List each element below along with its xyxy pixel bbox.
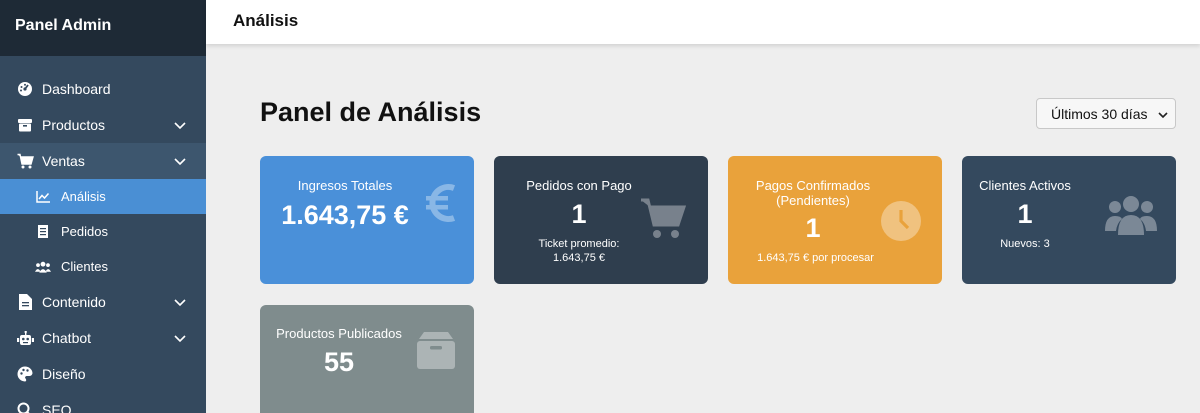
date-range-select[interactable]: Últimos 30 días bbox=[1036, 98, 1176, 129]
chevron-down-icon bbox=[174, 122, 186, 130]
sidebar-item-label: Diseño bbox=[42, 366, 86, 382]
sidebar-item-label: Chatbot bbox=[42, 330, 92, 346]
card-subtext: 1.643,75 € por procesar bbox=[757, 252, 874, 264]
sidebar-item-chatbot[interactable]: Chatbot bbox=[0, 320, 206, 356]
card-subtext: Ticket promedio: bbox=[538, 238, 620, 250]
chevron-down-icon bbox=[1158, 112, 1168, 119]
sidebar-item-label: SEO bbox=[42, 402, 72, 413]
sidebar-subitem-label: Pedidos bbox=[61, 224, 108, 239]
box-icon bbox=[417, 332, 455, 369]
card-value: 1 bbox=[805, 213, 821, 243]
active-customers-card: Clientes Activos 1 Nuevos: 3 bbox=[962, 156, 1176, 284]
page-title: Panel de Análisis bbox=[260, 97, 482, 127]
palette-icon bbox=[16, 365, 34, 383]
users-icon bbox=[35, 259, 51, 275]
box-icon bbox=[16, 116, 34, 134]
palette-dashboard-icon bbox=[16, 80, 34, 98]
date-range-value: Últimos 30 días bbox=[1051, 106, 1148, 122]
chevron-down-icon bbox=[174, 158, 186, 166]
ventas-submenu: Análisis Pedidos Clientes bbox=[0, 179, 206, 284]
confirmed-payments-card: Pagos Confirmados (Pendientes) 1 1.643,7… bbox=[728, 156, 942, 284]
card-value: 1 bbox=[1017, 199, 1033, 229]
sidebar-menu: Dashboard Productos Ventas Análisis Pedi… bbox=[0, 71, 206, 413]
chart-line-icon bbox=[35, 189, 51, 205]
chevron-down-icon bbox=[174, 299, 186, 307]
sidebar-subitem-clientes[interactable]: Clientes bbox=[0, 249, 206, 284]
card-title: (Pendientes) bbox=[776, 193, 850, 208]
sidebar-item-label: Dashboard bbox=[42, 81, 111, 97]
robot-icon bbox=[16, 329, 34, 347]
clock-icon bbox=[881, 201, 921, 241]
card-value: 1.643,75 € bbox=[281, 200, 409, 230]
sidebar: Panel Admin Dashboard Productos Ventas A… bbox=[0, 0, 206, 413]
receipt-icon bbox=[35, 224, 51, 240]
search-icon bbox=[16, 401, 34, 413]
sidebar-subitem-pedidos[interactable]: Pedidos bbox=[0, 214, 206, 249]
sidebar-item-label: Contenido bbox=[42, 294, 106, 310]
sidebar-item-diseno[interactable]: Diseño bbox=[0, 356, 206, 392]
paid-orders-card: Pedidos con Pago 1 Ticket promedio: 1.64… bbox=[494, 156, 708, 284]
chevron-down-icon bbox=[174, 335, 186, 343]
card-title: Ingresos Totales bbox=[297, 178, 393, 193]
sidebar-brand: Panel Admin bbox=[0, 0, 206, 56]
sidebar-item-dashboard[interactable]: Dashboard bbox=[0, 71, 206, 107]
cart-icon bbox=[641, 198, 686, 238]
card-title: Pedidos con Pago bbox=[526, 178, 632, 193]
top-bar-title: Análisis bbox=[233, 11, 299, 30]
sidebar-subitem-label: Análisis bbox=[61, 189, 106, 204]
sidebar-item-label: Ventas bbox=[42, 153, 85, 169]
card-title: Pagos Confirmados bbox=[755, 178, 871, 193]
top-bar: Análisis bbox=[206, 0, 1200, 44]
card-title: Productos Publicados bbox=[276, 326, 402, 341]
sidebar-item-productos[interactable]: Productos bbox=[0, 107, 206, 143]
card-subtext: Nuevos: 3 bbox=[1000, 238, 1050, 250]
card-title: Clientes Activos bbox=[979, 178, 1071, 193]
sidebar-item-ventas[interactable]: Ventas bbox=[0, 143, 206, 179]
card-value: 1 bbox=[571, 199, 587, 229]
sidebar-item-contenido[interactable]: Contenido bbox=[0, 284, 206, 320]
sidebar-subitem-analisis[interactable]: Análisis bbox=[0, 179, 206, 214]
published-products-card: Productos Publicados 55 bbox=[260, 305, 474, 413]
euro-icon bbox=[426, 184, 456, 222]
sidebar-item-label: Productos bbox=[42, 117, 106, 133]
users-icon bbox=[1105, 196, 1157, 235]
cart-icon bbox=[16, 152, 34, 170]
document-icon bbox=[16, 293, 34, 311]
revenue-card: Ingresos Totales 1.643,75 € bbox=[260, 156, 474, 284]
card-value: 55 bbox=[323, 347, 355, 377]
sidebar-subitem-label: Clientes bbox=[61, 259, 108, 274]
card-subtext: 1.643,75 € bbox=[553, 252, 605, 264]
sidebar-item-seo[interactable]: SEO bbox=[0, 392, 206, 413]
